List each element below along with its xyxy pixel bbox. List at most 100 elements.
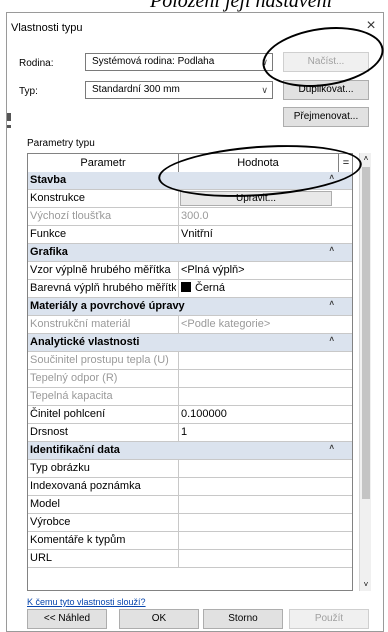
parameter-value[interactable]: 1 <box>181 424 346 441</box>
cell-divider <box>178 208 179 225</box>
family-value: Systémová rodina: Podlaha <box>92 56 215 67</box>
parameter-row[interactable]: Konstrukční materiál <Podle kategorie> <box>28 316 352 334</box>
parameter-group[interactable]: Stavba ˄ <box>28 172 352 190</box>
parameter-value[interactable]: <Plná výplň> <box>181 262 346 279</box>
cell-divider <box>178 496 179 513</box>
parameter-row[interactable]: Konstrukce Upravit... <box>28 190 352 208</box>
parameter-name: Tepelná kapacita <box>30 390 113 402</box>
cell-divider <box>178 532 179 549</box>
collapse-icon[interactable]: ˄ <box>329 173 334 182</box>
parameter-name: Výrobce <box>30 516 71 528</box>
parameter-value: <Podle kategorie> <box>181 318 271 330</box>
parameter-group[interactable]: Analytické vlastnosti ˄ <box>28 334 352 352</box>
family-label: Rodina: <box>19 58 54 69</box>
duplicate-button[interactable]: Duplikovat... <box>283 80 369 100</box>
help-link[interactable]: K čemu tyto vlastnosti slouží? <box>27 597 146 607</box>
parameter-row[interactable]: Typ obrázku <box>28 460 352 478</box>
grid-header: Parametr Hodnota = <box>28 154 352 173</box>
parameter-name: Identifikační data <box>30 444 120 456</box>
collapse-icon[interactable]: ˄ <box>329 245 334 254</box>
scroll-down-icon[interactable]: ˅ <box>360 579 372 591</box>
collapse-icon[interactable]: ˄ <box>329 335 334 344</box>
parameter-value[interactable]: Černá <box>181 280 346 297</box>
edit-structure-button[interactable]: Upravit... <box>180 191 332 206</box>
parameter-row[interactable]: Model <box>28 496 352 514</box>
rename-button[interactable]: Přejmenovat... <box>283 107 369 127</box>
column-header-formula[interactable]: = <box>338 154 352 172</box>
parameter-name: Činitel pohlcení <box>30 408 106 420</box>
parameter-name: Konstrukční materiál <box>30 318 131 330</box>
scrollbar-thumb[interactable] <box>362 167 370 499</box>
parameter-row[interactable]: URL <box>28 550 352 568</box>
parameter-name: Funkce <box>30 228 67 240</box>
parameter-row[interactable]: Komentáře k typům <box>28 532 352 550</box>
parameter-row[interactable]: Drsnost 1 <box>28 424 352 442</box>
cell-divider <box>178 352 179 369</box>
parameters-grid: Parametr Hodnota = Stavba ˄ Konstrukce Upra… <box>27 153 353 591</box>
cell-divider <box>178 406 179 423</box>
vertical-scrollbar[interactable]: ˄ ˅ <box>359 153 371 591</box>
load-button[interactable]: Načíst... <box>283 52 369 72</box>
parameter-row[interactable]: Tepelný odpor (R) <box>28 370 352 388</box>
cell-divider <box>178 388 179 405</box>
column-header-value[interactable]: Hodnota <box>178 154 338 172</box>
parameter-row[interactable]: Výrobce <box>28 514 352 532</box>
cell-divider <box>178 226 179 243</box>
collapse-icon[interactable]: ˄ <box>329 299 334 308</box>
parameter-row[interactable]: Tepelná kapacita <box>28 388 352 406</box>
preview-button[interactable]: << Náhled <box>27 609 107 629</box>
type-parameters-label: Parametry typu <box>27 138 95 149</box>
parameter-name: Typ obrázku <box>30 462 90 474</box>
parameter-group[interactable]: Materiály a povrchové úpravy ˄ <box>28 298 352 316</box>
parameter-name: Stavba <box>30 174 67 186</box>
cell-divider <box>178 514 179 531</box>
family-dropdown[interactable]: Systémová rodina: Podlaha ∨ <box>85 53 273 71</box>
parameter-name: Konstrukce <box>30 192 86 204</box>
parameter-value[interactable]: Vnitřní <box>181 226 346 243</box>
parameter-row[interactable]: Výchozí tloušťka 300.0 <box>28 208 352 226</box>
type-value: Standardní 300 mm <box>92 84 180 95</box>
type-label: Typ: <box>19 86 38 97</box>
color-name: Černá <box>195 282 225 294</box>
cancel-button[interactable]: Storno <box>203 609 283 629</box>
parameter-group[interactable]: Identifikační data ˄ <box>28 442 352 460</box>
parameter-name: Indexovaná poznámka <box>30 480 141 492</box>
parameter-name: Materiály a povrchové úpravy <box>30 300 185 312</box>
apply-button[interactable]: Použít <box>289 609 369 629</box>
parameter-name: URL <box>30 552 53 564</box>
parameter-row[interactable]: Činitel pohlcení 0.100000 <box>28 406 352 424</box>
cell-divider <box>178 316 179 333</box>
chevron-down-icon: ∨ <box>261 57 268 67</box>
parameter-row[interactable]: Barevná výplň hrubého měřítka Černá <box>28 280 352 298</box>
cell-divider <box>178 190 179 207</box>
ok-button[interactable]: OK <box>119 609 199 629</box>
color-swatch-icon <box>181 282 191 292</box>
parameter-name: Model <box>30 498 60 510</box>
cell-divider <box>178 280 179 297</box>
left-edge-mark <box>7 113 11 121</box>
parameter-row[interactable]: Funkce Vnitřní <box>28 226 352 244</box>
parameter-name: Vzor výplně hrubého měřítka <box>30 264 171 276</box>
collapse-icon[interactable]: ˄ <box>329 443 334 452</box>
parameter-row[interactable]: Indexovaná poznámka <box>28 478 352 496</box>
parameter-value[interactable]: 0.100000 <box>181 406 346 423</box>
parameter-row[interactable]: Součinitel prostupu tepla (U) <box>28 352 352 370</box>
parameter-name: Drsnost <box>30 426 68 438</box>
cell-divider <box>178 262 179 279</box>
parameter-row[interactable]: Vzor výplně hrubého měřítka <Plná výplň> <box>28 262 352 280</box>
parameter-name: Komentáře k typům <box>30 534 126 546</box>
close-icon[interactable]: × <box>363 18 379 34</box>
parameter-value: 300.0 <box>181 210 209 222</box>
cell-divider <box>178 550 179 567</box>
dialog-title: Vlastnosti typu <box>11 22 83 34</box>
column-header-parameter[interactable]: Parametr <box>28 154 179 172</box>
parameter-group[interactable]: Grafika ˄ <box>28 244 352 262</box>
parameter-name: Grafika <box>30 246 68 258</box>
left-edge-mark <box>7 125 11 128</box>
parameter-name: Barevná výplň hrubého měřítka <box>30 282 176 294</box>
scroll-up-icon[interactable]: ˄ <box>360 153 372 165</box>
type-dropdown[interactable]: Standardní 300 mm ∨ <box>85 81 273 99</box>
cell-divider <box>178 478 179 495</box>
cell-divider <box>178 370 179 387</box>
parameter-name: Výchozí tloušťka <box>30 210 112 222</box>
